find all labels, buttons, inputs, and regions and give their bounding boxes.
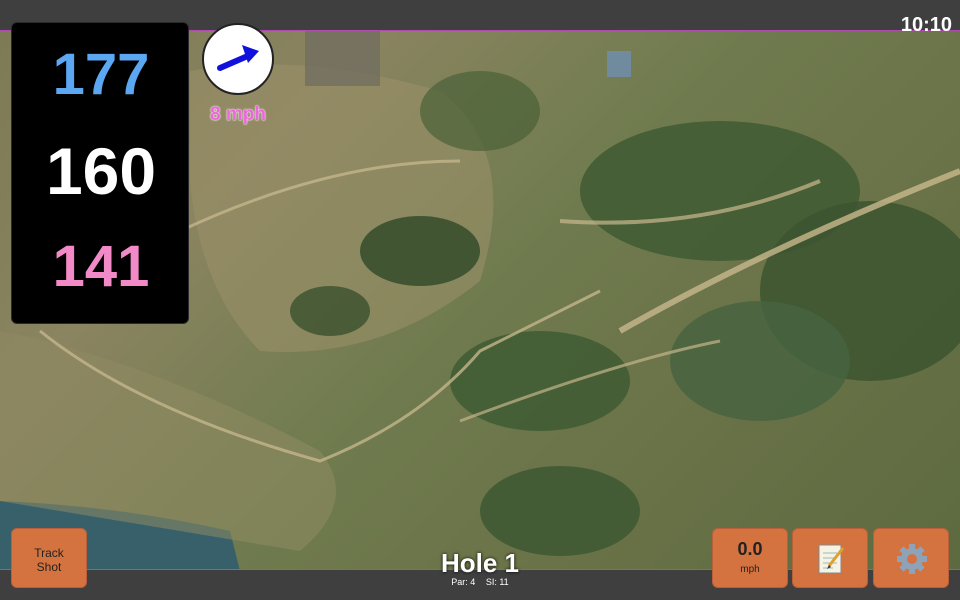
notepad-icon bbox=[818, 544, 845, 574]
golf-gps-app: 10:10 177 160 141 8 mph Track Shot Hole 1… bbox=[0, 0, 960, 600]
front-distance: 141 bbox=[52, 234, 150, 299]
par-label: Par: 4 bbox=[451, 577, 476, 587]
clock: 10:10 bbox=[900, 14, 952, 36]
wind-speed-button[interactable]: 0.0 mph bbox=[712, 528, 788, 588]
distance-panel: 177 160 141 bbox=[11, 22, 189, 324]
wind-speed-unit: mph bbox=[740, 564, 760, 575]
notes-button[interactable] bbox=[792, 528, 868, 588]
track-shot-button[interactable]: Track Shot bbox=[11, 528, 87, 588]
gear-icon bbox=[897, 544, 927, 574]
settings-button[interactable] bbox=[873, 528, 949, 588]
hole-info: Par: 4 SI: 11 bbox=[380, 577, 580, 587]
wind-speed-label: 8 mph bbox=[210, 104, 266, 125]
hole-title: Hole 1 bbox=[440, 548, 520, 578]
wind-arrow-icon bbox=[217, 45, 259, 71]
stroke-index-label: SI: 11 bbox=[485, 577, 509, 587]
wind-direction-indicator bbox=[202, 23, 274, 95]
wind-speed-value: 0.0 bbox=[737, 539, 763, 559]
center-distance: 160 bbox=[45, 134, 157, 208]
back-distance: 177 bbox=[52, 42, 150, 107]
